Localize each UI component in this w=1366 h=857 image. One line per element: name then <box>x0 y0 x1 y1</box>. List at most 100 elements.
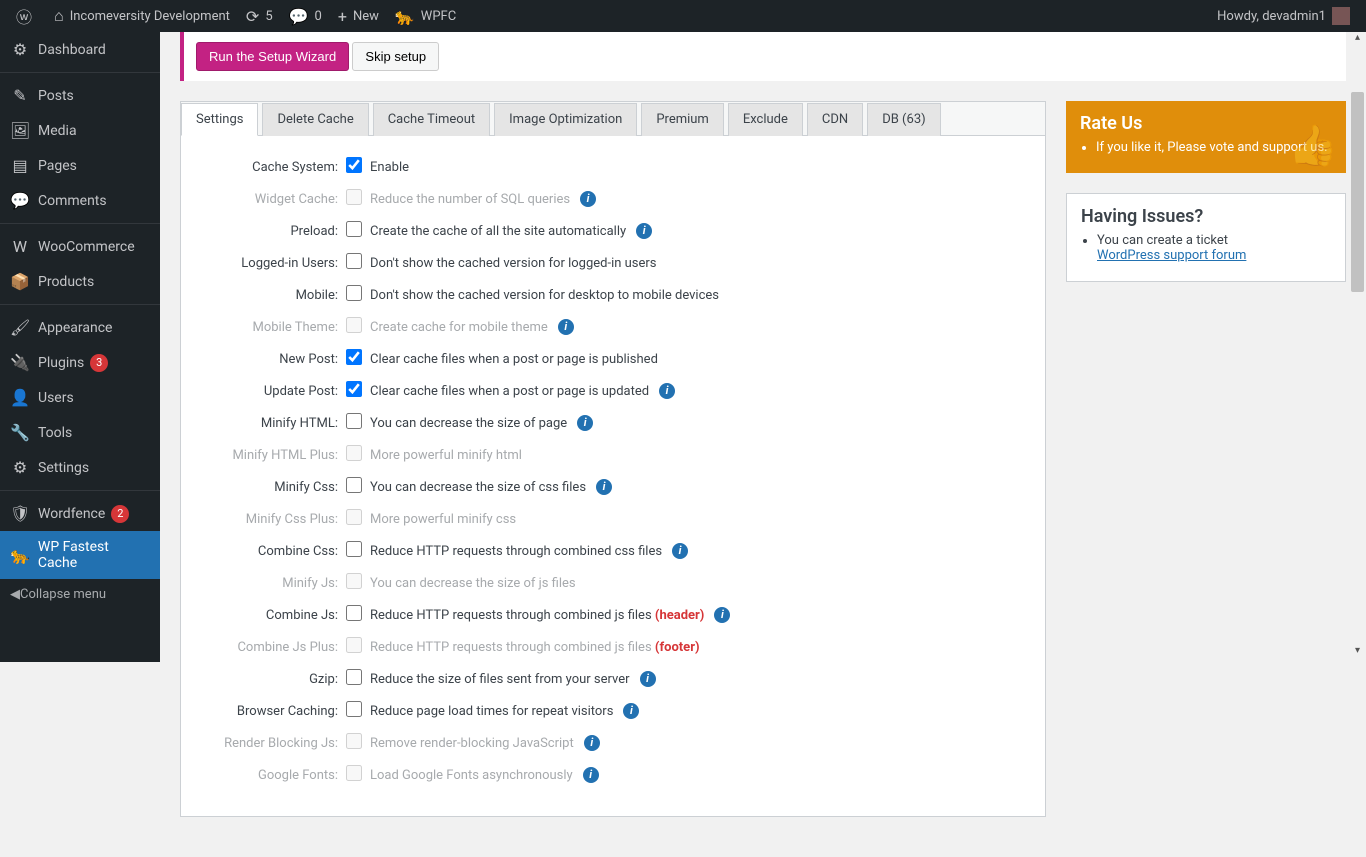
run-setup-wizard-button[interactable]: Run the Setup Wizard <box>196 42 349 71</box>
info-icon[interactable]: i <box>672 543 688 559</box>
sidebar-item-media[interactable]: 🖼Media <box>0 113 160 148</box>
info-icon[interactable]: i <box>596 479 612 495</box>
option-checkbox-wrap <box>346 733 366 753</box>
sidebar-item-wordfence[interactable]: 🛡Wordfence2 <box>0 496 160 531</box>
sidebar-item-label: WP Fastest Cache <box>38 539 150 571</box>
info-icon[interactable]: i <box>580 191 596 207</box>
option-label: New Post: <box>201 352 346 367</box>
option-checkbox[interactable] <box>346 349 362 365</box>
sidebar-item-pages[interactable]: ▤Pages <box>0 148 160 183</box>
home-icon: ⌂ <box>54 6 64 26</box>
option-checkbox-wrap <box>346 573 366 593</box>
option-row: Preload:Create the cache of all the site… <box>201 220 1025 242</box>
avatar <box>1332 7 1350 25</box>
option-checkbox[interactable] <box>346 669 362 685</box>
option-row: Minify HTML:You can decrease the size of… <box>201 412 1025 434</box>
sidebar-item-settings[interactable]: ⚙Settings <box>0 450 160 485</box>
info-icon[interactable]: i <box>659 383 675 399</box>
sidebar-item-plugins[interactable]: 🔌Plugins3 <box>0 345 160 380</box>
tab-db-63-[interactable]: DB (63) <box>867 103 940 136</box>
option-checkbox[interactable] <box>346 413 362 429</box>
option-checkbox-wrap <box>346 253 366 273</box>
info-icon[interactable]: i <box>714 607 730 623</box>
updates-count: 5 <box>265 9 272 24</box>
settings-icon: ⚙ <box>10 458 30 477</box>
thumbs-up-icon: 👍 <box>1288 122 1338 169</box>
option-label: Gzip: <box>201 672 346 687</box>
support-forum-link[interactable]: WordPress support forum <box>1097 248 1246 263</box>
info-icon[interactable]: i <box>623 703 639 719</box>
info-icon[interactable]: i <box>583 767 599 783</box>
option-label: Mobile Theme: <box>201 320 346 335</box>
scrollbar[interactable]: ▴ ▾ <box>1349 32 1366 662</box>
sidebar-item-label: Pages <box>38 158 77 174</box>
sidebar-item-tools[interactable]: 🔧Tools <box>0 415 160 450</box>
sidebar-item-wpfc[interactable]: 🐆 WP Fastest Cache <box>0 531 160 579</box>
option-checkbox-wrap <box>346 349 366 369</box>
option-row: Minify Css Plus:More powerful minify css <box>201 508 1025 530</box>
sidebar-item-appearance[interactable]: 🖌Appearance <box>0 310 160 345</box>
collapse-menu[interactable]: ◀Collapse menu <box>0 579 160 610</box>
option-row: Cache System:Enable <box>201 156 1025 178</box>
option-checkbox[interactable] <box>346 157 362 173</box>
scroll-thumb[interactable] <box>1351 92 1364 292</box>
scroll-up-arrow[interactable]: ▴ <box>1349 32 1366 49</box>
option-desc: Create the cache of all the site automat… <box>366 224 626 239</box>
option-row: Update Post:Clear cache files when a pos… <box>201 380 1025 402</box>
option-checkbox-wrap <box>346 509 366 529</box>
info-icon[interactable]: i <box>640 671 656 687</box>
skip-setup-button[interactable]: Skip setup <box>352 42 439 71</box>
option-row: Google Fonts:Load Google Fonts asynchron… <box>201 764 1025 786</box>
updates-link[interactable]: ⟳5 <box>238 0 281 32</box>
option-desc: Create cache for mobile theme <box>366 320 548 335</box>
sidebar-item-users[interactable]: 👤Users <box>0 380 160 415</box>
media-icon: 🖼 <box>10 121 30 140</box>
option-checkbox[interactable] <box>346 253 362 269</box>
option-row: Widget Cache:Reduce the number of SQL qu… <box>201 188 1025 210</box>
tab-settings[interactable]: Settings <box>181 103 258 136</box>
new-link[interactable]: +New <box>330 0 387 32</box>
option-desc: Load Google Fonts asynchronously <box>366 768 573 783</box>
option-checkbox[interactable] <box>346 381 362 397</box>
howdy-text: Howdy, devadmin1 <box>1217 9 1326 24</box>
tab-cache-timeout[interactable]: Cache Timeout <box>373 103 490 136</box>
option-checkbox[interactable] <box>346 221 362 237</box>
info-icon[interactable]: i <box>577 415 593 431</box>
option-checkbox[interactable] <box>346 541 362 557</box>
option-label: Update Post: <box>201 384 346 399</box>
issues-box: Having Issues? You can create a ticket W… <box>1066 193 1346 282</box>
sidebar-item-comments[interactable]: 💬Comments <box>0 183 160 218</box>
info-icon[interactable]: i <box>636 223 652 239</box>
collapse-label: Collapse menu <box>20 587 106 602</box>
tab-premium[interactable]: Premium <box>641 103 724 136</box>
option-checkbox[interactable] <box>346 701 362 717</box>
option-row: Logged-in Users:Don't show the cached ve… <box>201 252 1025 274</box>
wpfc-icon: 🐆 <box>10 546 30 565</box>
settings-panel: SettingsDelete CacheCache TimeoutImage O… <box>180 101 1046 817</box>
option-checkbox[interactable] <box>346 605 362 621</box>
option-desc: Don't show the cached version for logged… <box>366 256 657 271</box>
sidebar-item-dashboard[interactable]: ⚙Dashboard <box>0 32 160 67</box>
sidebar-item-products[interactable]: 📦Products <box>0 264 160 299</box>
option-row: Mobile Theme: Create cache for mobile the… <box>201 316 1025 338</box>
wpfc-link[interactable]: 🐆WPFC <box>387 0 464 32</box>
sidebar-item-woocommerce[interactable]: WWooCommerce <box>0 229 160 264</box>
wp-logo[interactable]: ⓦ <box>8 0 46 32</box>
option-checkbox-wrap <box>346 157 366 177</box>
scroll-down-arrow[interactable]: ▾ <box>1349 645 1366 662</box>
tab-cdn[interactable]: CDN <box>807 103 863 136</box>
option-desc: Reduce the size of files sent from your … <box>366 672 630 687</box>
account-link[interactable]: Howdy, devadmin1 <box>1209 0 1358 32</box>
sidebar-item-posts[interactable]: ✎Posts <box>0 78 160 113</box>
tab-exclude[interactable]: Exclude <box>728 103 803 136</box>
option-checkbox[interactable] <box>346 285 362 301</box>
tab-delete-cache[interactable]: Delete Cache <box>262 103 368 136</box>
info-icon[interactable]: i <box>584 735 600 751</box>
tab-image-optimization[interactable]: Image Optimization <box>494 103 637 136</box>
option-row: Browser Caching:Reduce page load times f… <box>201 700 1025 722</box>
info-icon[interactable]: i <box>558 319 574 335</box>
site-link[interactable]: ⌂Incomeversity Development <box>46 0 238 32</box>
comments-link[interactable]: 💬0 <box>281 0 330 32</box>
option-label: Cache System: <box>201 160 346 175</box>
option-checkbox[interactable] <box>346 477 362 493</box>
